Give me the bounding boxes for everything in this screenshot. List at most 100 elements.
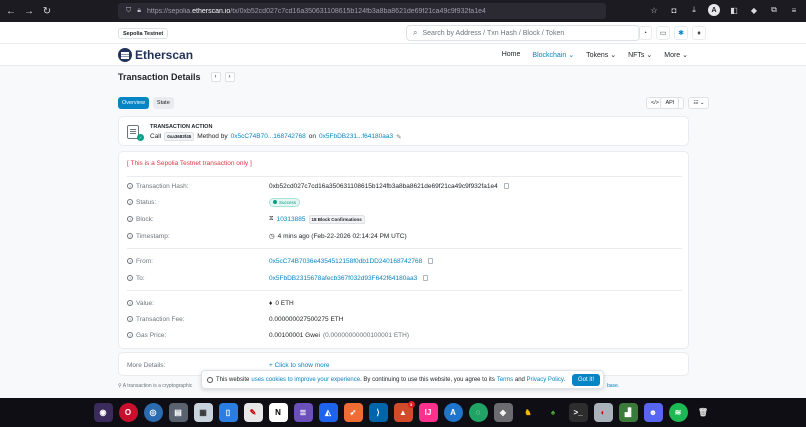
help-icon[interactable]: ? [127, 332, 133, 338]
copy-icon[interactable] [503, 183, 509, 189]
privacy-policy-link[interactable]: Privacy Policy [527, 377, 564, 383]
app-store-icon[interactable]: A [443, 403, 463, 422]
tab-overview[interactable]: Overview [118, 97, 149, 109]
search-input[interactable]: ⌕ Search by Address / Txn Hash / Block /… [406, 25, 640, 41]
copy-icon[interactable] [423, 275, 429, 281]
notification-badge: 3 [407, 401, 415, 408]
system-monitor-icon[interactable]: ▟ [618, 403, 638, 422]
terminal-icon[interactable]: >_ [568, 403, 588, 422]
profile-icon[interactable]: ◔ [638, 26, 652, 40]
help-icon[interactable]: ? [127, 183, 133, 189]
image-viewer-icon[interactable]: ▦ [193, 403, 213, 422]
browser-toolbar: ← → ↻ ⛉ 🔒︎ https://sepolia.etherscan.io/… [0, 0, 806, 22]
docker-icon[interactable]: ◭ [318, 403, 338, 422]
text-editor-icon[interactable]: ≣ [293, 403, 313, 422]
opera-icon[interactable]: O [118, 403, 138, 422]
view-options-button[interactable]: ☷ ⌄ [688, 97, 710, 109]
help-icon[interactable]: ? [127, 216, 133, 222]
forward-icon[interactable]: → [22, 4, 36, 18]
downloads-icon[interactable]: ⤓ [688, 4, 700, 16]
help-icon[interactable]: ? [127, 300, 133, 306]
discord-icon[interactable]: ☻ [643, 403, 663, 422]
lock-icon[interactable]: 🔒︎ [137, 7, 141, 15]
footnote-link[interactable]: base. [607, 383, 619, 389]
help-icon[interactable]: ? [127, 316, 133, 322]
reload-icon[interactable]: ↻ [40, 4, 54, 18]
status-row: ? Status: Success [127, 197, 682, 207]
edit-pencil-icon[interactable]: ✎ [396, 133, 401, 141]
account-avatar[interactable]: A [708, 4, 720, 16]
eth-network-icon[interactable]: ♦ [692, 26, 706, 40]
divider [127, 176, 682, 177]
brave-icon[interactable]: ▲ 3 [393, 401, 415, 422]
value-label: Value: [136, 299, 154, 307]
to-address-link[interactable]: 0x5FbDB2315678afecb367f032d93F642f64180a… [269, 275, 417, 282]
api-button[interactable]: </> API [646, 97, 685, 109]
testnet-notice: [ This is a Sepolia Testnet transaction … [127, 160, 252, 167]
pdf-viewer-icon[interactable]: ✎ [243, 403, 263, 422]
network-badge[interactable]: Sepolia Testnet [118, 28, 169, 39]
extension-fox-icon[interactable]: ◆ [748, 4, 760, 16]
url-text[interactable]: https://sepolia.etherscan.io/tx/0xb52cd0… [147, 8, 486, 15]
block-link[interactable]: 10313885 [277, 216, 306, 223]
mongodb-icon[interactable]: ♠ [543, 403, 563, 422]
sync-app-icon[interactable]: ◌ [468, 403, 488, 422]
terms-link[interactable]: Terms [497, 377, 513, 383]
etherscan-logo[interactable]: Etherscan [118, 48, 193, 62]
back-icon[interactable]: ← [4, 4, 18, 18]
action-from-link[interactable]: 0x5cC74B70...168742768 [231, 133, 306, 140]
check-icon: ✓ [137, 134, 144, 141]
cookie-policy-link[interactable]: uses cookies to improve your experience [251, 377, 360, 383]
settings-icon[interactable]: ✱ [674, 26, 688, 40]
help-icon[interactable]: ? [127, 233, 133, 239]
help-icon[interactable]: ? [127, 258, 133, 264]
nav-blockchain[interactable]: Blockchain ⌄ [532, 51, 574, 59]
status-badge: Success [269, 197, 301, 207]
toggle-app-icon[interactable]: ◐ [593, 403, 613, 422]
extensions-puzzle-icon[interactable]: ⧉ [768, 4, 780, 16]
nav-nfts[interactable]: NFTs ⌄ [628, 51, 652, 59]
from-label: From: [136, 257, 153, 265]
url-bar[interactable]: ⛉ 🔒︎ https://sepolia.etherscan.io/tx/0xb… [118, 3, 606, 19]
trash-icon[interactable]: 🗑︎ [693, 403, 713, 422]
timestamp-row: ? Timestamp: ◷ 4 mins ago (Feb-22-2026 02:… [127, 231, 682, 241]
nav-more[interactable]: More ⌄ [664, 51, 688, 59]
extension-icon[interactable]: ◧ [728, 4, 740, 16]
firefox-icon[interactable]: ◉ [93, 403, 113, 422]
nav-home[interactable]: Home [502, 51, 521, 59]
notion-icon[interactable]: N [268, 403, 288, 422]
action-method-by: Method by [197, 133, 228, 140]
theme-toggle-icon[interactable]: ▭ [656, 26, 670, 40]
block-cube-icon: ⧖ [269, 215, 274, 222]
tab-state[interactable]: State [152, 97, 174, 109]
menu-icon[interactable]: ≡ [788, 4, 800, 16]
files-icon[interactable]: ▤ [168, 403, 188, 422]
document-app-icon[interactable]: ▯ [218, 403, 238, 422]
vscode-icon[interactable]: ⟩ [368, 403, 388, 422]
from-row: ? From: 0x5cC74B7036e4354512158f0db1DD240… [127, 256, 682, 266]
help-icon[interactable]: ? [127, 275, 133, 281]
monkey-app-icon[interactable]: ♞ [518, 403, 538, 422]
prev-tx-button[interactable]: ‹ [210, 72, 221, 82]
block-row: ? Block: ⧖ 10313885 18 Block Confirmations [127, 214, 682, 224]
copy-icon[interactable] [428, 258, 434, 264]
pocket-icon[interactable]: ◘ [668, 4, 680, 16]
show-more-link[interactable]: + Click to show more [269, 362, 330, 369]
spotify-icon[interactable]: ≋ [668, 403, 688, 422]
help-icon[interactable]: ? [127, 199, 133, 205]
package-icon[interactable]: ◈ [493, 403, 513, 422]
shield-icon[interactable]: ⛉ [126, 7, 131, 15]
action-to-link[interactable]: 0x5FbDB231...f64180aa3 [319, 133, 393, 140]
tx-hash-value: 0xb52cd027c7cd16a350631108615b124fb3a8ba… [269, 182, 498, 190]
search-placeholder: Search by Address / Txn Hash / Block / T… [422, 29, 565, 37]
next-tx-button[interactable]: › [224, 72, 235, 82]
nav-tokens[interactable]: Tokens ⌄ [586, 51, 616, 59]
timestamp-value: 4 mins ago (Feb-22-2026 02:14:24 PM UTC) [277, 232, 407, 240]
chrome-icon[interactable]: ◎ [143, 403, 163, 422]
from-address-link[interactable]: 0x5cC74B7036e4354512158f0db1DD2401687427… [269, 258, 422, 265]
bookmark-star-icon[interactable]: ☆ [648, 4, 660, 16]
postman-icon[interactable]: ➶ [343, 403, 363, 422]
got-it-button[interactable]: Got it! [571, 374, 600, 386]
jetbrains-icon[interactable]: IJ [418, 403, 438, 422]
more-details-row: More Details: + Click to show more [127, 360, 682, 370]
